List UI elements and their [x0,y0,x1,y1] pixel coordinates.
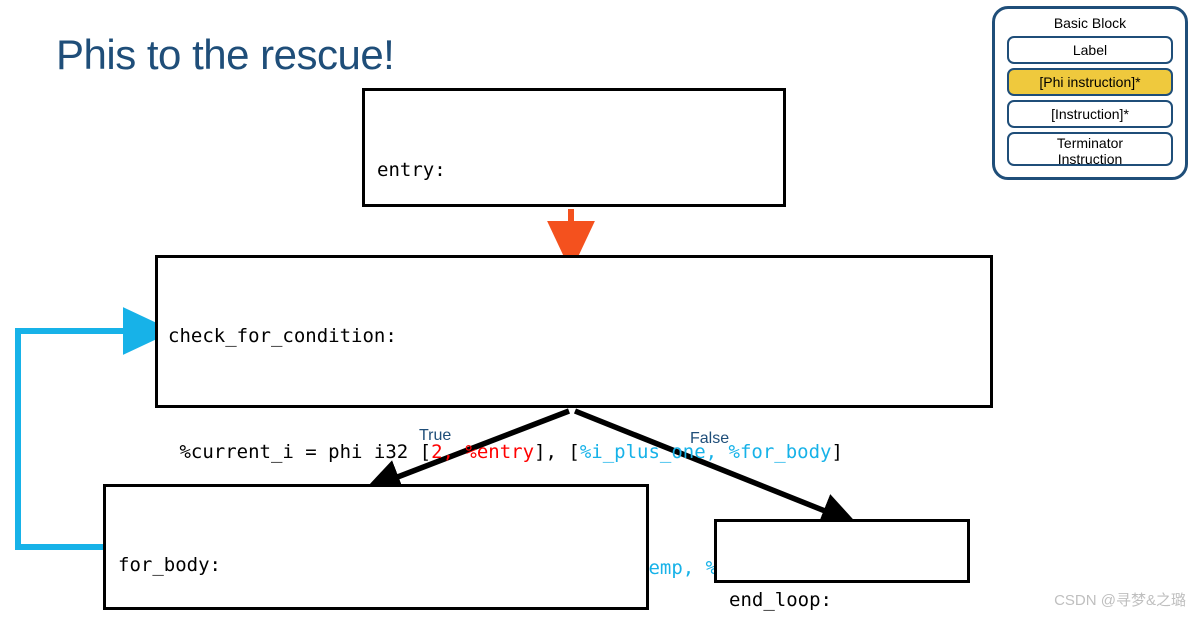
legend-terminator-line2: Instruction [1057,151,1123,167]
check-phi-current-i: %current_i = phi i32 [2, %entry], [%i_pl… [168,438,990,467]
check-label: check_for_condition: [168,325,397,347]
watermark: CSDN @寻梦&之璐 [1054,592,1186,609]
legend-terminator-line1: Terminator [1056,135,1124,151]
phi-current-i-pre: %current_i = phi i32 [ [168,441,432,463]
legend-item-label: Label [1007,36,1173,64]
basic-block-entry: entry: br label %check_for_condition [362,88,786,384]
phi-current-i-post: ] [831,441,843,463]
legend-item-terminator-instruction: Terminator Instruction [1007,132,1173,167]
basic-block-end-loop: end_loop: ret i32 %temp [714,519,970,611]
legend-item-phi-instruction: [Phi instruction]* [1007,68,1173,96]
phi-current-i-mid: ], [ [534,441,580,463]
legend-basic-block: Basic Block Label [Phi instruction]* [In… [992,6,1188,180]
entry-label: entry: [377,159,446,181]
basic-block-check-for-condition: check_for_condition: %current_i = phi i3… [155,255,993,579]
legend-title: Basic Block [1053,15,1127,31]
legend-item-instruction: [Instruction]* [1007,100,1173,128]
endloop-label: end_loop: [729,589,832,611]
edge-label-true: True [419,427,452,444]
forbody-label: for_body: [118,554,221,576]
slide-canvas: Phis to the rescue! entry: check_for_con… [0,0,1200,618]
page-title: Phis to the rescue! [56,31,395,78]
edge-label-false: False [690,430,730,447]
basic-block-for-body: for_body: %new_temp = mul i32 %temp, %cu… [103,484,649,610]
